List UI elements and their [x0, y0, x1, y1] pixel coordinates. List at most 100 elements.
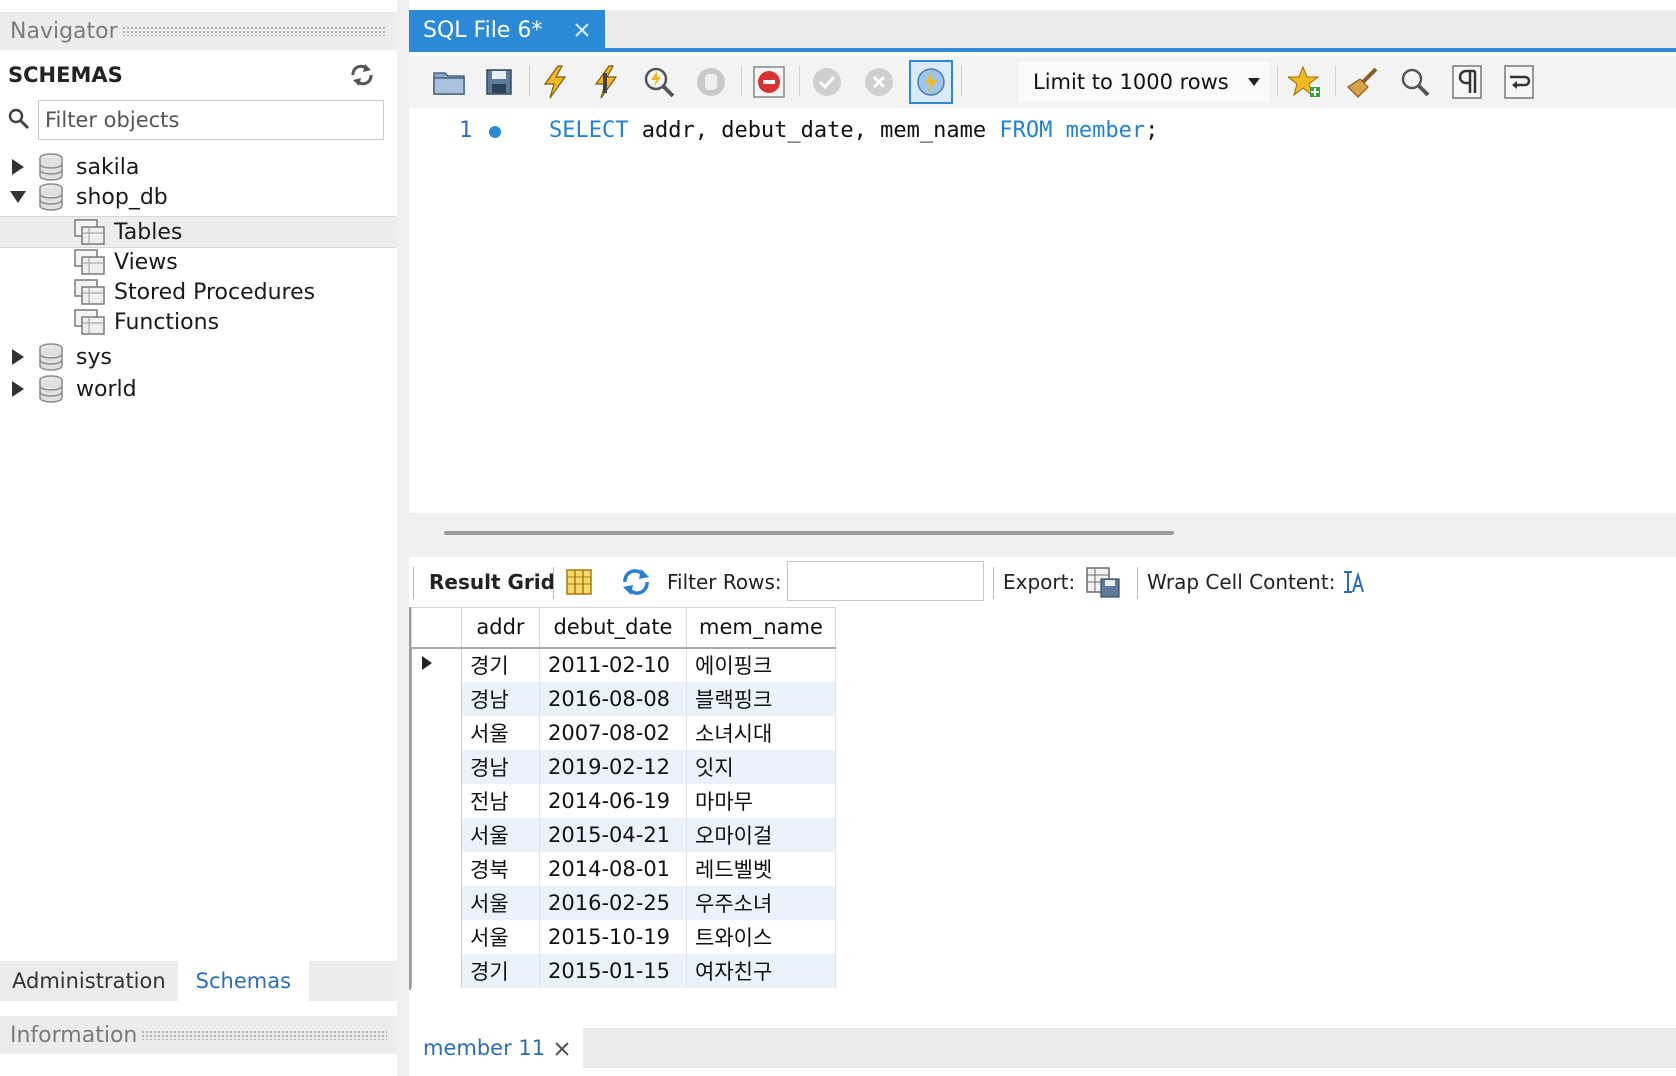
- open-file-button[interactable]: [429, 62, 469, 102]
- cell-addr[interactable]: 서울: [461, 715, 540, 750]
- cell-mem-name[interactable]: 소녀시대: [686, 715, 836, 750]
- cell-addr[interactable]: 전남: [461, 783, 540, 818]
- row-header[interactable]: [411, 749, 462, 784]
- cell-debut-date[interactable]: 2015-04-21: [539, 817, 687, 852]
- explain-button[interactable]: [639, 62, 679, 102]
- tree-item-sys[interactable]: sys: [10, 341, 112, 373]
- column-header-debut-date[interactable]: debut_date: [539, 607, 687, 649]
- cell-mem-name[interactable]: 오마이걸: [686, 817, 836, 852]
- tree-item-sakila[interactable]: sakila: [10, 151, 139, 183]
- cell-debut-date[interactable]: 2014-08-01: [539, 851, 687, 886]
- expand-arrow-icon[interactable]: [10, 348, 26, 366]
- table-row[interactable]: 경기 2015-01-15 여자친구: [411, 953, 836, 988]
- find-replace-button[interactable]: [1395, 62, 1435, 102]
- autocommit-toggle[interactable]: [909, 60, 953, 104]
- column-header-addr[interactable]: addr: [461, 607, 540, 649]
- cell-debut-date[interactable]: 2007-08-02: [539, 715, 687, 750]
- tab-schemas[interactable]: Schemas: [177, 961, 310, 1001]
- filter-objects-input[interactable]: [38, 100, 384, 140]
- cell-debut-date[interactable]: 2015-01-15: [539, 953, 687, 988]
- row-header[interactable]: [411, 817, 462, 852]
- cell-mem-name[interactable]: 블랙핑크: [686, 681, 836, 716]
- row-header[interactable]: [411, 851, 462, 886]
- cell-addr[interactable]: 경기: [461, 647, 540, 682]
- add-snippet-button[interactable]: [1285, 62, 1325, 102]
- beautify-button[interactable]: [1343, 62, 1383, 102]
- close-icon[interactable]: [553, 1039, 571, 1057]
- table-row[interactable]: 경남 2019-02-12 잇지: [411, 749, 836, 784]
- tree-item-stored-procedures[interactable]: Stored Procedures: [74, 276, 315, 308]
- expand-arrow-icon[interactable]: [10, 158, 26, 176]
- cell-addr[interactable]: 경남: [461, 681, 540, 716]
- row-header[interactable]: [411, 715, 462, 750]
- cell-addr[interactable]: 경북: [461, 851, 540, 886]
- sql-code-editor[interactable]: 1 SELECT addr, debut_date, mem_name FROM…: [409, 108, 1676, 513]
- cell-debut-date[interactable]: 2015-10-19: [539, 919, 687, 954]
- cell-mem-name[interactable]: 트와이스: [686, 919, 836, 954]
- limit-rows-select[interactable]: Limit to 1000 rows: [1019, 62, 1269, 102]
- stop-button[interactable]: [691, 62, 731, 102]
- cell-mem-name[interactable]: 우주소녀: [686, 885, 836, 920]
- row-header[interactable]: [411, 953, 462, 988]
- expand-arrow-icon[interactable]: [10, 380, 26, 398]
- table-row[interactable]: 경북 2014-08-01 레드벨벳: [411, 851, 836, 886]
- horizontal-scrollbar-thumb[interactable]: [444, 531, 1174, 535]
- rollback-button[interactable]: [859, 62, 899, 102]
- cell-mem-name[interactable]: 잇지: [686, 749, 836, 784]
- cell-addr[interactable]: 경기: [461, 953, 540, 988]
- close-icon[interactable]: [573, 20, 591, 38]
- row-header[interactable]: [411, 885, 462, 920]
- cell-mem-name[interactable]: 마마무: [686, 783, 836, 818]
- cell-debut-date[interactable]: 2019-02-12: [539, 749, 687, 784]
- tree-item-world[interactable]: world: [10, 373, 137, 405]
- invisible-chars-button[interactable]: [1447, 62, 1487, 102]
- filter-rows-input[interactable]: [787, 561, 984, 601]
- cell-addr[interactable]: 서울: [461, 817, 540, 852]
- table-row[interactable]: 전남 2014-06-19 마마무: [411, 783, 836, 818]
- row-header[interactable]: [411, 647, 462, 682]
- refresh-results-button[interactable]: [619, 557, 653, 607]
- cell-addr[interactable]: 서울: [461, 885, 540, 920]
- refresh-icon[interactable]: [349, 63, 375, 87]
- tab-result-member[interactable]: member 11: [409, 1028, 583, 1068]
- export-button[interactable]: [1085, 557, 1121, 607]
- word-wrap-button[interactable]: [1499, 62, 1539, 102]
- tree-item-shop-db[interactable]: shop_db: [10, 181, 168, 213]
- cell-debut-date[interactable]: 2016-08-08: [539, 681, 687, 716]
- table-row[interactable]: 서울 2015-04-21 오마이걸: [411, 817, 836, 852]
- table-row[interactable]: 경기 2011-02-10 에이핑크: [411, 647, 836, 682]
- table-row[interactable]: 서울 2015-10-19 트와이스: [411, 919, 836, 954]
- cell-debut-date[interactable]: 2016-02-25: [539, 885, 687, 920]
- code-line[interactable]: SELECT addr, debut_date, mem_name FROM m…: [549, 118, 1158, 143]
- row-header[interactable]: [411, 681, 462, 716]
- cell-debut-date[interactable]: 2014-06-19: [539, 783, 687, 818]
- save-button[interactable]: [479, 62, 519, 102]
- wrap-cell-toggle[interactable]: [1341, 557, 1365, 607]
- cell-mem-name[interactable]: 여자친구: [686, 953, 836, 988]
- execute-button[interactable]: [535, 62, 575, 102]
- row-header[interactable]: [411, 783, 462, 818]
- collapse-arrow-icon[interactable]: [10, 188, 26, 206]
- tab-sql-file[interactable]: SQL File 6*: [409, 10, 605, 50]
- tree-item-views[interactable]: Views: [74, 246, 178, 278]
- tree-item-functions[interactable]: Functions: [74, 306, 219, 338]
- tree-item-tables[interactable]: Tables: [74, 216, 182, 248]
- cell-addr[interactable]: 서울: [461, 919, 540, 954]
- result-grid-button[interactable]: Result Grid: [429, 557, 555, 607]
- table-row[interactable]: 서울 2016-02-25 우주소녀: [411, 885, 836, 920]
- cell-debut-date[interactable]: 2011-02-10: [539, 647, 687, 682]
- panel-splitter[interactable]: [397, 0, 409, 1076]
- cell-mem-name[interactable]: 에이핑크: [686, 647, 836, 682]
- stop-on-error-toggle[interactable]: [749, 62, 789, 102]
- cell-mem-name[interactable]: 레드벨벳: [686, 851, 836, 886]
- table-row[interactable]: 경남 2016-08-08 블랙핑크: [411, 681, 836, 716]
- commit-button[interactable]: [807, 62, 847, 102]
- cell-addr[interactable]: 경남: [461, 749, 540, 784]
- column-header-mem-name[interactable]: mem_name: [686, 607, 836, 649]
- grid-view-button[interactable]: [565, 557, 593, 607]
- result-grid[interactable]: addr debut_date mem_name 경기 2011-02-10 에…: [409, 607, 1676, 990]
- row-header[interactable]: [411, 919, 462, 954]
- execute-current-button[interactable]: [587, 62, 627, 102]
- tab-administration[interactable]: Administration: [0, 961, 178, 1001]
- table-row[interactable]: 서울 2007-08-02 소녀시대: [411, 715, 836, 750]
